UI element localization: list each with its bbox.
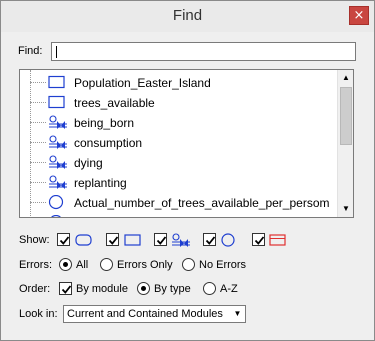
- chevron-down-icon[interactable]: ▼: [230, 306, 245, 322]
- show-circle-checkbox[interactable]: [203, 233, 216, 246]
- list-item[interactable]: [20, 213, 335, 217]
- check-icon: [59, 236, 70, 245]
- scroll-thumb[interactable]: [340, 87, 352, 145]
- stock-rect-icon: [48, 95, 65, 109]
- list-item[interactable]: dying: [20, 153, 335, 173]
- flow-valve-icon: [49, 135, 67, 149]
- list-item[interactable]: Population_Easter_Island: [20, 73, 335, 93]
- list-item-label: replanting: [74, 176, 127, 190]
- list-item[interactable]: trees_available: [20, 93, 335, 113]
- scroll-up-arrow-icon[interactable]: ▲: [338, 70, 353, 86]
- red-module-icon: [269, 234, 286, 246]
- text-caret: [56, 46, 57, 58]
- stock-rect-icon: [48, 75, 65, 89]
- check-icon: [205, 236, 216, 245]
- show-rect-checkbox[interactable]: [106, 233, 119, 246]
- flow-valve-icon: [49, 175, 67, 189]
- show-module-checkbox[interactable]: [252, 233, 265, 246]
- a-z-label[interactable]: A-Z: [220, 283, 238, 295]
- scroll-down-arrow-icon[interactable]: ▼: [338, 201, 353, 217]
- no-errors-label[interactable]: No Errors: [199, 259, 246, 271]
- look-in-label: Look in:: [19, 308, 58, 320]
- by-module-label[interactable]: By module: [76, 283, 128, 295]
- errors-only-label[interactable]: Errors Only: [117, 259, 173, 271]
- no-errors-radio[interactable]: [182, 258, 195, 271]
- rect-icon: [124, 234, 141, 246]
- list-item-label: Actual_number_of_trees_available_per_per…: [74, 196, 330, 210]
- check-icon: [156, 236, 167, 245]
- order-label: Order:: [19, 283, 51, 295]
- errors-all-label[interactable]: All: [76, 259, 88, 271]
- tree-branch: [30, 122, 46, 123]
- rounded-rect-icon: [75, 234, 92, 246]
- list-item[interactable]: consumption: [20, 133, 335, 153]
- list-item[interactable]: replanting: [20, 173, 335, 193]
- tree-branch: [30, 82, 46, 83]
- look-in-select[interactable]: Current and Contained Modules ▼: [63, 305, 246, 323]
- list-scrollbar[interactable]: ▲ ▼: [337, 70, 353, 217]
- list-item-label: dying: [74, 156, 103, 170]
- show-flow-checkbox[interactable]: [154, 233, 167, 246]
- list-item[interactable]: being_born: [20, 113, 335, 133]
- close-button[interactable]: ×: [349, 6, 369, 25]
- check-icon: [254, 236, 265, 245]
- list-item-label: being_born: [74, 116, 135, 130]
- window-title: Find: [172, 7, 203, 24]
- check-icon: [108, 236, 119, 245]
- errors-all-radio[interactable]: [59, 258, 72, 271]
- converter-circle-icon: [50, 215, 62, 217]
- by-type-radio[interactable]: [137, 282, 150, 295]
- errors-only-radio[interactable]: [100, 258, 113, 271]
- flow-icon: [172, 233, 190, 247]
- show-label: Show:: [19, 234, 50, 246]
- tree-branch: [30, 162, 46, 163]
- results-list[interactable]: Population_Easter_Island trees_available…: [19, 69, 354, 218]
- look-in-value: Current and Contained Modules: [67, 308, 223, 320]
- converter-circle-icon: [48, 195, 64, 210]
- tree-branch: [30, 142, 46, 143]
- flow-valve-icon: [49, 115, 67, 129]
- title-bar[interactable]: Find ×: [1, 1, 374, 32]
- by-module-checkbox[interactable]: [59, 282, 72, 295]
- list-item-label: Population_Easter_Island: [74, 76, 211, 90]
- tree-branch: [30, 182, 46, 183]
- find-input[interactable]: [51, 42, 356, 61]
- list-item-label: consumption: [74, 136, 143, 150]
- show-rounded-rect-checkbox[interactable]: [57, 233, 70, 246]
- check-icon: [61, 285, 72, 294]
- tree-branch: [30, 102, 46, 103]
- errors-label: Errors:: [19, 259, 52, 271]
- a-z-radio[interactable]: [203, 282, 216, 295]
- find-label: Find:: [18, 45, 43, 57]
- flow-valve-icon: [49, 155, 67, 169]
- find-dialog: Find × Find: Population_Easter_Island tr…: [0, 0, 375, 341]
- circle-icon: [221, 233, 235, 247]
- list-item-label: trees_available: [74, 96, 155, 110]
- list-item[interactable]: Actual_number_of_trees_available_per_per…: [20, 193, 335, 213]
- by-type-label[interactable]: By type: [154, 283, 191, 295]
- tree-branch: [30, 202, 46, 203]
